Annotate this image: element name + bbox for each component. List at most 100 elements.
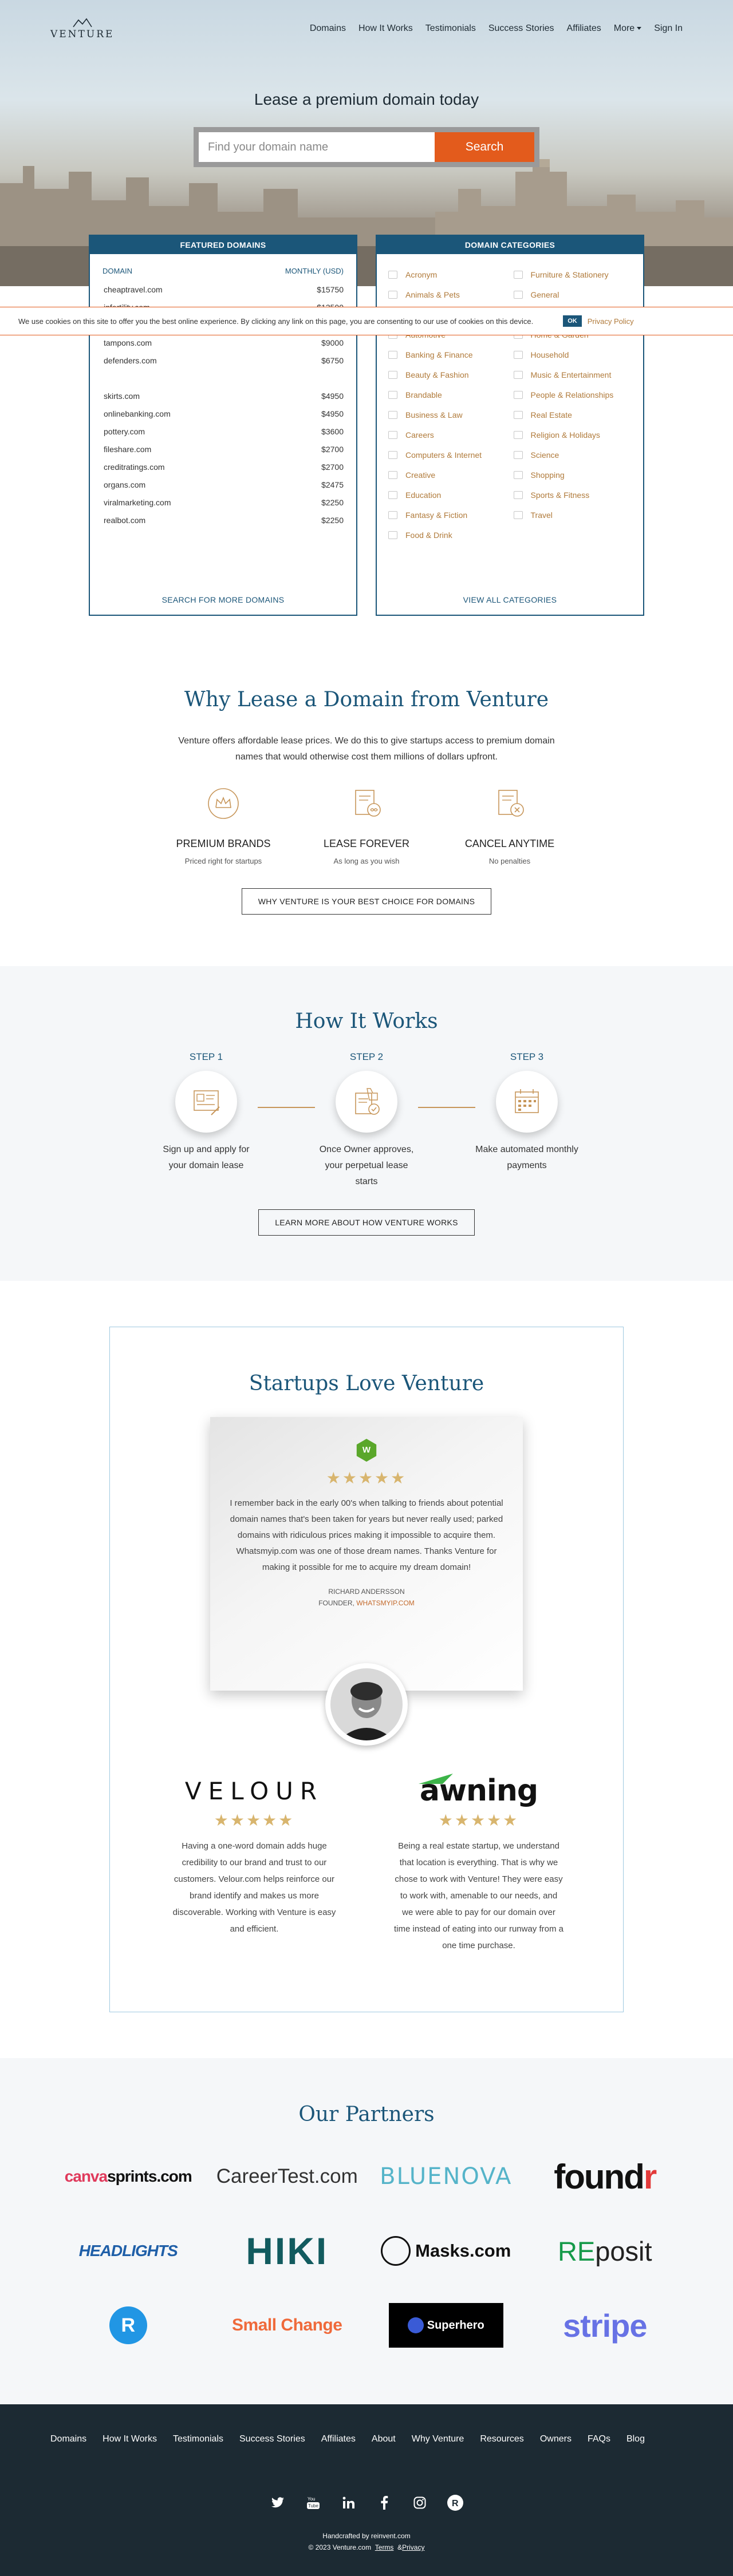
category-item[interactable]: Science [513,445,632,465]
category-item[interactable]: Food & Drink [388,525,507,545]
learn-more-how-button[interactable]: LEARN MORE ABOUT HOW VENTURE WORKS [258,1209,475,1236]
facebook-icon[interactable] [376,2494,393,2511]
nav-domains[interactable]: Domains [310,23,346,34]
category-item[interactable]: Brandable [388,385,507,405]
footer-link[interactable]: FAQs [588,2434,610,2444]
cookie-ok-button[interactable]: OK [563,315,582,327]
footer-link[interactable]: Testimonials [173,2434,223,2444]
author-photo [330,1668,403,1740]
nav-more-dropdown[interactable]: More [614,23,642,34]
footer-link[interactable]: Resources [480,2434,523,2444]
domain-row[interactable]: viralmarketing.com $2250 [90,494,356,512]
category-item[interactable]: Creative [388,465,507,485]
feature-sub: As long as you wish [333,857,400,865]
instagram-icon[interactable] [411,2494,428,2511]
footer-link[interactable]: Owners [540,2434,572,2444]
stripe-logo[interactable]: stripe [526,2298,685,2353]
category-item[interactable]: Careers [388,425,507,445]
brand-testimonials: VELOUR ★★★★★ Having a one-word domain ad… [110,1772,623,1954]
category-label: Careers [405,430,434,440]
footer-link[interactable]: About [372,2434,396,2444]
search-more-domains-link[interactable]: SEARCH FOR MORE DOMAINS [90,595,356,604]
nav-affiliates[interactable]: Affiliates [567,23,601,34]
reinvent-icon[interactable]: R [447,2494,464,2511]
foundr-logo[interactable]: foundr [526,2149,685,2204]
hiki-logo[interactable]: HIKI [208,2223,367,2278]
privacy-link[interactable]: Privacy [402,2543,424,2551]
category-item[interactable]: General [513,284,632,304]
category-label: General [530,290,559,299]
copyright-line: © 2023 Venture.com Terms &Privacy [0,2542,733,2553]
nav-success-stories[interactable]: Success Stories [488,23,554,34]
logo-part: posit [595,2235,652,2266]
category-item[interactable]: Travel [513,505,632,525]
social-links: You Tube R [0,2494,733,2511]
approval-document-icon [355,1088,380,1115]
category-item[interactable]: People & Relationships [513,385,632,405]
domain-row[interactable]: realbot.com $2250 [90,512,356,529]
footer-link[interactable]: Affiliates [321,2434,356,2444]
category-item[interactable]: Business & Law [388,405,507,425]
footer-link[interactable]: Blog [626,2434,645,2444]
cookie-text: We use cookies on this site to offer you… [18,316,534,326]
why-venture-button[interactable]: WHY VENTURE IS YOUR BEST CHOICE FOR DOMA… [241,888,492,915]
bluenova-logo[interactable]: BLUENOVA [366,2149,526,2204]
search-button[interactable]: Search [435,132,534,162]
category-icon [388,511,397,519]
category-item[interactable]: Fantasy & Fiction [388,505,507,525]
terms-link[interactable]: Terms [375,2543,394,2551]
domain-row[interactable]: pottery.com $3600 [90,423,356,441]
smallchange-logo[interactable]: Small Change [208,2298,367,2353]
domain-row[interactable]: organs.com $2475 [90,476,356,494]
footer-link[interactable]: How It Works [103,2434,157,2444]
category-item[interactable]: Beauty & Fashion [388,365,507,385]
privacy-policy-link[interactable]: Privacy Policy [588,317,634,326]
category-item[interactable]: Sports & Fitness [513,485,632,505]
category-item[interactable]: Shopping [513,465,632,485]
category-icon [513,511,523,519]
category-item[interactable]: Computers & Internet [388,445,507,465]
why-text: Venture offers affordable lease prices. … [178,736,555,762]
youtube-icon[interactable]: You Tube [305,2494,322,2511]
footer-link[interactable]: Why Venture [412,2434,464,2444]
category-label: Music & Entertainment [530,370,612,379]
category-item[interactable]: Household [513,345,632,365]
superhero-logo[interactable]: Superhero [366,2298,526,2353]
domain-row[interactable]: fileshare.com $2700 [90,441,356,458]
category-icon [513,390,523,399]
r-circle-logo[interactable]: R [49,2298,208,2353]
domain-row[interactable]: creditratings.com $2700 [90,458,356,476]
domain-row[interactable]: cheaptravel.com $15750 [90,281,356,299]
linkedin-icon[interactable] [340,2494,357,2511]
category-item[interactable]: Religion & Holidays [513,425,632,445]
category-item[interactable]: Real Estate [513,405,632,425]
venture-logo[interactable]: VENTURE [50,17,114,40]
nav-how-it-works[interactable]: How It Works [358,23,413,34]
masks-logo[interactable]: Masks.com [366,2223,526,2278]
domain-row[interactable]: skirts.com $4950 [90,387,356,405]
category-item[interactable]: Banking & Finance [388,345,507,365]
category-item[interactable]: Music & Entertainment [513,365,632,385]
footer-link[interactable]: Success Stories [239,2434,305,2444]
author-company-link[interactable]: WHATSMYIP.COM [356,1599,415,1607]
canvasprints-logo[interactable]: canvasprints.com [49,2149,208,2204]
copyright-text: © 2023 Venture.com [308,2543,372,2551]
nav-testimonials[interactable]: Testimonials [425,23,476,34]
twitter-icon[interactable] [269,2494,286,2511]
domain-row[interactable]: defenders.com $6750 [90,352,356,370]
category-item[interactable]: Animals & Pets [388,284,507,304]
reposit-logo[interactable]: REposit [526,2223,685,2278]
view-all-categories-link[interactable]: VIEW ALL CATEGORIES [377,595,643,604]
category-item[interactable]: Education [388,485,507,505]
domain-search-input[interactable] [199,132,435,162]
domain-row[interactable]: tampons.com $9000 [90,334,356,352]
footer-link[interactable]: Domains [50,2434,86,2444]
category-item[interactable]: Acronym [388,264,507,284]
headlights-logo[interactable]: HEADLIGHTS [49,2223,208,2278]
careertest-logo[interactable]: CareerTest.com [208,2149,367,2204]
category-item[interactable]: Furniture & Stationery [513,264,632,284]
domain-price: $4950 [321,391,344,401]
nav-sign-in[interactable]: Sign In [654,23,683,34]
domain-name: skirts.com [104,391,140,401]
domain-row[interactable]: onlinebanking.com $4950 [90,405,356,423]
